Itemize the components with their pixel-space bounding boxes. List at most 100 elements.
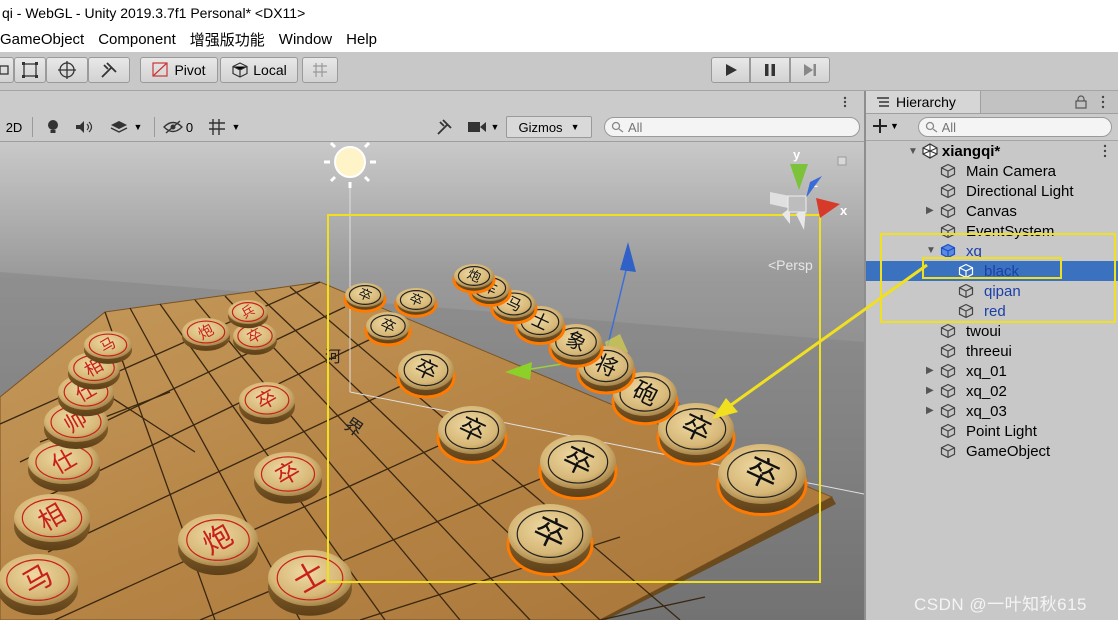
search-icon (611, 121, 624, 133)
hierarchy-item-directional-light[interactable]: Directional Light (866, 181, 1118, 201)
red-piece[interactable]: 卒 (239, 382, 295, 425)
hidden-count: 0 (185, 119, 194, 135)
play-button[interactable] (711, 57, 750, 83)
tools-icon (437, 119, 452, 135)
black-piece[interactable]: 卒 (538, 435, 618, 500)
red-piece[interactable]: 兵 (228, 300, 268, 329)
local-button[interactable]: Local (220, 57, 298, 83)
custom-tool-button[interactable] (88, 57, 130, 83)
transform-tool-button[interactable] (46, 57, 88, 83)
black-piece[interactable]: 卒 (396, 350, 456, 399)
hierarchy-tab[interactable]: Hierarchy (866, 91, 981, 113)
play-icon (725, 64, 737, 76)
title-bar: qi - WebGL - Unity 2019.3.7f1 Personal* … (0, 0, 1118, 26)
lock-icon[interactable] (1075, 95, 1087, 109)
gameobject-cube-icon (940, 363, 956, 379)
snap-button[interactable] (302, 57, 338, 83)
red-piece[interactable]: 相 (14, 494, 90, 551)
expand-arrow-icon[interactable]: ▶ (926, 205, 934, 216)
hierarchy-tab-strip: Hierarchy (866, 91, 1118, 114)
menu-enhanced[interactable]: 增强版功能 (183, 29, 272, 50)
camera-icon (467, 122, 486, 132)
search-icon (925, 121, 938, 133)
scene-name: xiangqi* (941, 142, 1001, 160)
hierarchy-item-xq-03[interactable]: ▶ xq_03 (866, 401, 1118, 421)
rect-tool-button[interactable] (14, 57, 46, 83)
hierarchy-item-threeui[interactable]: threeui (866, 341, 1118, 361)
scene-toolbar: 2D ▼ 0 ▼ ▼ Gizmos ▼ (0, 113, 864, 142)
menu-bar: GameObject Component 增强版功能 Window Help (0, 26, 1118, 52)
black-piece[interactable]: 卒 (716, 444, 808, 516)
gameobject-cube-icon (940, 423, 956, 439)
hierarchy-search-input[interactable] (937, 118, 1111, 136)
pivot-label: Pivot (174, 62, 206, 78)
black-piece[interactable]: 卒 (343, 283, 387, 313)
hierarchy-item-xq-01[interactable]: ▶ xq_01 (866, 361, 1118, 381)
black-piece[interactable]: 卒 (364, 312, 412, 347)
transform-tool-icon (58, 61, 76, 79)
hidden-objects-toggle[interactable]: 0 (158, 116, 198, 138)
hierarchy-item-twoui[interactable]: twoui (866, 321, 1118, 341)
create-dropdown[interactable]: ▼ (872, 118, 899, 134)
black-piece[interactable]: 卒 (436, 406, 508, 464)
2d-toggle-button[interactable]: 2D (0, 116, 28, 138)
watermark: CSDN @一叶知秋615 (914, 595, 1088, 614)
hierarchy-item-label: xq_02 (966, 382, 1007, 400)
hierarchy-item-canvas[interactable]: ▶ Canvas (866, 201, 1118, 221)
gameobject-cube-icon (940, 343, 956, 359)
camera-dropdown[interactable]: ▼ (462, 116, 504, 138)
hierarchy-item-xq-02[interactable]: ▶ xq_02 (866, 381, 1118, 401)
red-piece[interactable]: 马 (84, 331, 132, 364)
hierarchy-item-label: threeui (966, 342, 1012, 360)
expand-arrow-icon[interactable]: ▶ (926, 365, 934, 376)
more-options-icon[interactable] (842, 96, 848, 108)
persp-label[interactable]: <Persp (768, 257, 813, 273)
gameobject-cube-icon (940, 163, 956, 179)
scene-search-input[interactable] (623, 118, 859, 136)
pivot-button[interactable]: Pivot (140, 57, 218, 83)
hierarchy-search-field[interactable] (918, 117, 1112, 137)
grid-dropdown[interactable]: ▼ (200, 116, 248, 138)
scene-search-field[interactable] (604, 117, 860, 137)
red-piece[interactable]: 马 (0, 554, 78, 616)
black-piece[interactable]: 卒 (394, 288, 438, 318)
unity-scene-icon (922, 143, 938, 159)
pause-icon (765, 64, 775, 76)
lighting-toggle[interactable] (40, 116, 66, 138)
menu-gameobject[interactable]: GameObject (0, 31, 91, 48)
menu-help[interactable]: Help (339, 31, 384, 48)
more-options-icon[interactable] (1102, 144, 1108, 158)
hierarchy-item-main-camera[interactable]: Main Camera (866, 161, 1118, 181)
gizmos-dropdown[interactable]: Gizmos ▼ (506, 116, 592, 138)
axis-x-label: x (840, 203, 848, 218)
menu-component[interactable]: Component (91, 31, 183, 48)
list-icon (877, 97, 889, 107)
scene-root-row[interactable]: ▼ xiangqi* (866, 141, 1118, 161)
step-button[interactable] (790, 57, 830, 83)
expand-arrow-icon[interactable]: ▶ (926, 405, 934, 416)
hierarchy-item-label: twoui (966, 322, 1002, 340)
tools-toggle[interactable] (430, 116, 458, 138)
pause-button[interactable] (750, 57, 790, 83)
hierarchy-item-label: Main Camera (966, 162, 1057, 180)
hierarchy-item-gameobject[interactable]: GameObject (866, 441, 1118, 461)
red-piece[interactable]: 卒 (254, 452, 322, 504)
audio-toggle[interactable] (70, 116, 98, 138)
scale-tool-button[interactable] (0, 57, 14, 83)
menu-window[interactable]: Window (272, 31, 339, 48)
red-piece[interactable]: 仕 (28, 440, 100, 492)
expand-arrow-icon[interactable]: ▼ (908, 146, 918, 157)
expand-arrow-icon[interactable]: ▶ (926, 385, 934, 396)
effects-dropdown[interactable]: ▼ (102, 116, 150, 138)
red-piece[interactable]: 炮 (182, 318, 230, 351)
black-piece[interactable]: 卒 (506, 504, 594, 576)
speaker-icon (76, 121, 93, 133)
gameobject-cube-icon (940, 403, 956, 419)
scene-viewport[interactable]: 河 界 马相仕帅仕相马炮炮卒卒卒士兵卒卒卒卒卒砲将象士马车炮卒卒卒卒 (0, 142, 864, 620)
scale-tool-icon (0, 65, 9, 75)
more-options-icon[interactable] (1100, 95, 1106, 109)
red-piece[interactable]: 炮 (178, 514, 258, 576)
black-piece[interactable]: 炮 (452, 264, 496, 294)
hierarchy-item-point-light[interactable]: Point Light (866, 421, 1118, 441)
scene-canvas[interactable]: 河 界 马相仕帅仕相马炮炮卒卒卒士兵卒卒卒卒卒砲将象士马车炮卒卒卒卒 (0, 142, 864, 620)
